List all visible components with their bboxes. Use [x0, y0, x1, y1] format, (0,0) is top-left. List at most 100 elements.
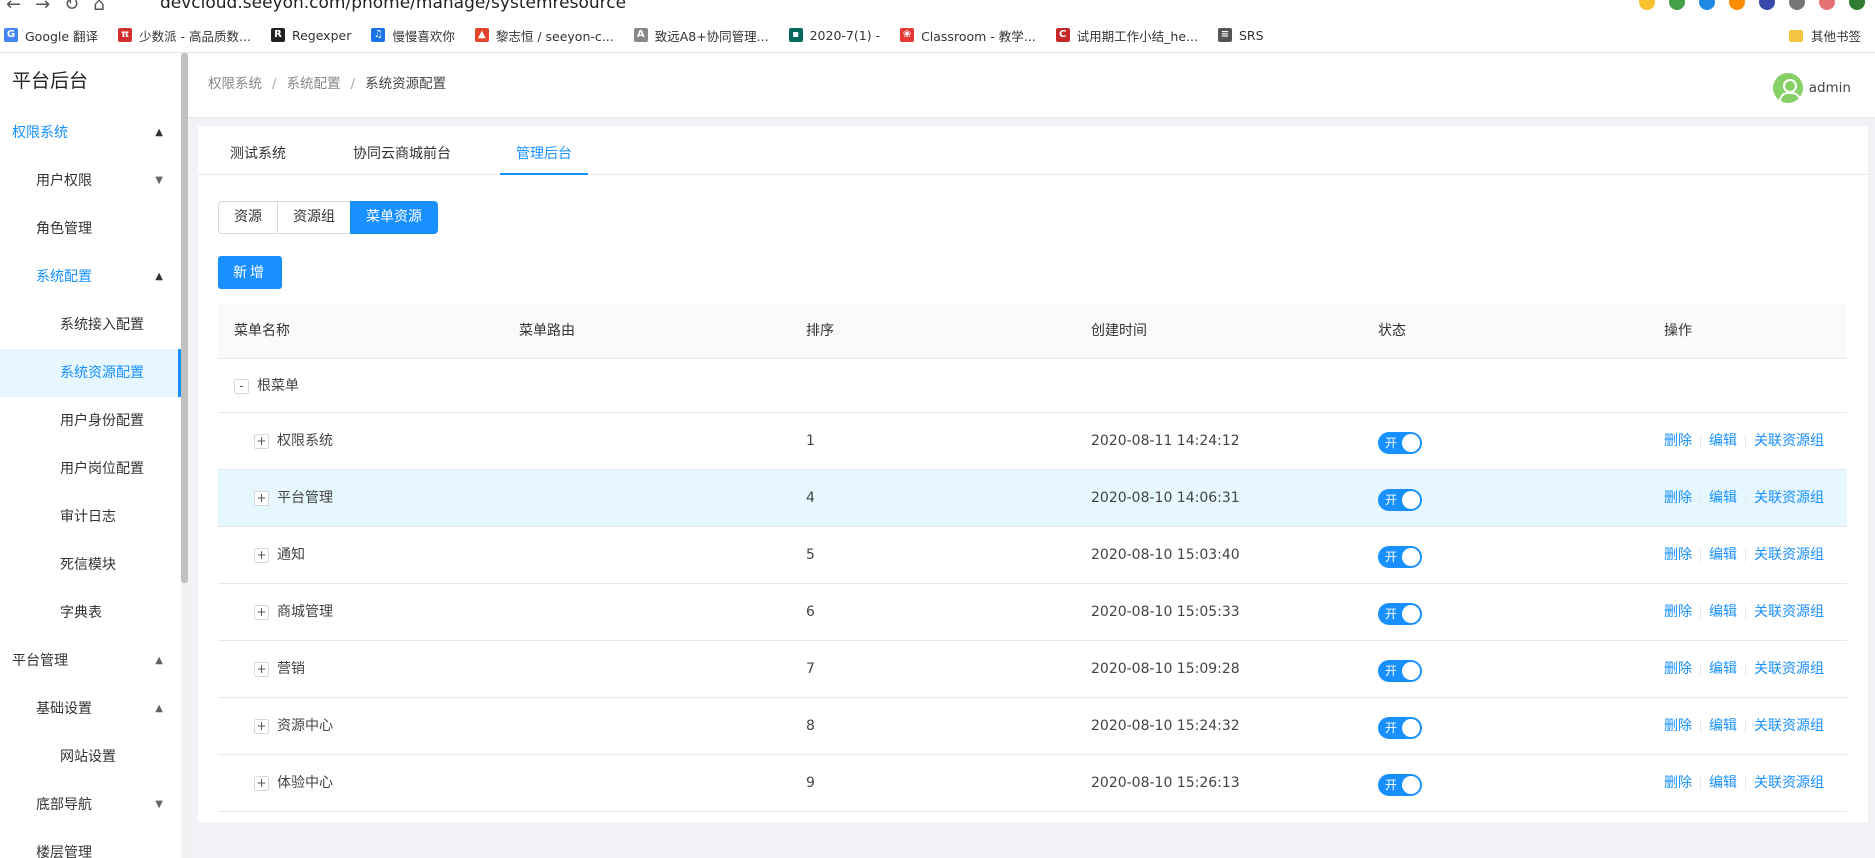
status-toggle[interactable]: 开 — [1378, 489, 1422, 511]
status-toggle[interactable]: 开 — [1378, 603, 1422, 625]
link-resource-group-link[interactable]: 关联资源组 — [1754, 547, 1824, 563]
menu-created-time: 2020-08-11 14:24:12 — [1091, 433, 1240, 449]
sidebar-item[interactable]: 用户权限 ▼ — [0, 157, 181, 205]
delete-link[interactable]: 删除 — [1664, 718, 1692, 734]
menu-name: 体验中心 — [277, 775, 333, 791]
delete-link[interactable]: 删除 — [1664, 547, 1692, 563]
edit-link[interactable]: 编辑 — [1709, 433, 1737, 449]
link-resource-group-link[interactable]: 关联资源组 — [1754, 604, 1824, 620]
expand-icon[interactable]: + — [254, 433, 269, 449]
delete-link[interactable]: 删除 — [1664, 433, 1692, 449]
sidebar-item-label: 权限系统 — [12, 125, 68, 141]
expand-icon[interactable]: + — [254, 661, 269, 677]
sidebar-item[interactable]: 角色管理 — [0, 205, 181, 253]
expand-icon[interactable]: + — [254, 718, 269, 734]
status-toggle[interactable]: 开 — [1378, 546, 1422, 568]
radio-resource-group[interactable]: 资源组 — [277, 201, 351, 234]
breadcrumb-item[interactable]: 系统配置 — [287, 76, 341, 92]
sidebar-item[interactable]: 系统资源配置 — [0, 349, 181, 397]
radio-menu-resource[interactable]: 菜单资源 — [350, 201, 438, 234]
row-actions: 删除 编辑 关联资源组 — [1664, 527, 1824, 584]
tab-mall-frontend[interactable]: 协同云商城前台 — [337, 126, 467, 175]
edit-link[interactable]: 编辑 — [1709, 604, 1737, 620]
edit-link[interactable]: 编辑 — [1709, 490, 1737, 506]
collapse-icon[interactable]: - — [234, 378, 249, 394]
extension-icon[interactable] — [1699, 0, 1715, 10]
expand-icon[interactable]: + — [254, 775, 269, 791]
sidebar-item[interactable]: 基础设置 ▲ — [0, 685, 181, 733]
bookmark-favicon-icon: ❀ — [900, 28, 915, 42]
edit-link[interactable]: 编辑 — [1709, 661, 1737, 677]
extension-icon[interactable] — [1759, 0, 1775, 10]
update-icon[interactable] — [1849, 0, 1865, 10]
status-toggle[interactable]: 开 — [1378, 660, 1422, 682]
expand-icon[interactable]: + — [254, 547, 269, 563]
radio-resource[interactable]: 资源 — [218, 201, 278, 234]
scrollbar-thumb[interactable] — [181, 53, 188, 583]
bookmark-item[interactable]: G Google 翻译 — [4, 26, 98, 45]
sidebar-item[interactable]: 权限系统 ▲ — [0, 109, 181, 157]
bookmark-item[interactable]: ♫ 慢慢喜欢你 — [371, 26, 455, 45]
sidebar-item[interactable]: 网站设置 — [0, 733, 181, 781]
sidebar-item[interactable]: 系统接入配置 — [0, 301, 181, 349]
breadcrumb-item[interactable]: 权限系统 — [208, 76, 262, 92]
link-resource-group-link[interactable]: 关联资源组 — [1754, 718, 1824, 734]
bookmark-item[interactable]: ▪ 2020-7(1) - — [788, 28, 880, 43]
content-card: 测试系统 协同云商城前台 管理后台 资源 资源组 菜单资源 新增 菜单名称 菜单… — [198, 126, 1868, 822]
edit-link[interactable]: 编辑 — [1709, 775, 1737, 791]
tab-test-system[interactable]: 测试系统 — [214, 126, 302, 175]
action-divider — [1745, 719, 1746, 733]
bookmark-item[interactable]: ❀ Classroom - 教学... — [900, 26, 1036, 45]
sidebar-item[interactable]: 死信模块 — [0, 541, 181, 589]
tab-admin-backend[interactable]: 管理后台 — [500, 126, 588, 175]
bookmark-item[interactable]: R Regexper — [270, 28, 351, 43]
expand-icon[interactable]: + — [254, 604, 269, 620]
user-menu[interactable]: admin — [1772, 73, 1851, 103]
delete-link[interactable]: 删除 — [1664, 775, 1692, 791]
link-resource-group-link[interactable]: 关联资源组 — [1754, 661, 1824, 677]
sidebar-item[interactable]: 用户岗位配置 — [0, 445, 181, 493]
sidebar-item[interactable]: 字典表 — [0, 589, 181, 637]
extension-icon[interactable] — [1669, 0, 1685, 10]
delete-link[interactable]: 删除 — [1664, 661, 1692, 677]
address-bar[interactable]: devcloud.seeyon.com/phome/manage/systemr… — [160, 0, 626, 13]
bookmark-item[interactable]: C 试用期工作小结_he... — [1055, 26, 1198, 45]
sidebar-item[interactable]: 审计日志 — [0, 493, 181, 541]
delete-link[interactable]: 删除 — [1664, 604, 1692, 620]
folder-icon — [1788, 29, 1803, 42]
bookmark-item[interactable]: ▲ 黎志恒 / seeyon-c... — [474, 26, 614, 45]
bookmark-item[interactable]: A 致远A8+协同管理... — [633, 26, 769, 45]
status-toggle[interactable]: 开 — [1378, 432, 1422, 454]
sidebar-scrollbar[interactable] — [181, 53, 188, 858]
extension-icon[interactable] — [1729, 0, 1745, 10]
sidebar-item[interactable]: 楼层管理 — [0, 829, 181, 858]
menu-name: 通知 — [277, 547, 305, 563]
sidebar-item[interactable]: 底部导航 ▼ — [0, 781, 181, 829]
other-bookmarks[interactable]: 其他书签 — [1788, 18, 1861, 53]
status-toggle[interactable]: 开 — [1378, 717, 1422, 739]
profile-icon[interactable] — [1819, 0, 1835, 10]
bookmark-item[interactable]: ≡ SRS — [1217, 28, 1264, 43]
star-icon[interactable] — [1639, 0, 1655, 10]
bookmark-item[interactable]: π 少数派 - 高品质数... — [118, 26, 251, 45]
edit-link[interactable]: 编辑 — [1709, 718, 1737, 734]
username[interactable]: admin — [1809, 80, 1851, 96]
user-avatar-icon[interactable] — [1772, 73, 1803, 103]
browser-nav-icons[interactable]: ←→↻⌂ — [6, 0, 119, 15]
puzzle-icon[interactable] — [1789, 0, 1805, 10]
sidebar-item[interactable]: 系统配置 ▲ — [0, 253, 181, 301]
link-resource-group-link[interactable]: 关联资源组 — [1754, 490, 1824, 506]
menu-name: 营销 — [277, 661, 305, 677]
edit-link[interactable]: 编辑 — [1709, 547, 1737, 563]
sidebar-item[interactable]: 平台管理 ▲ — [0, 637, 181, 685]
status-toggle[interactable]: 开 — [1378, 774, 1422, 796]
column-header-created: 创建时间 — [1091, 323, 1147, 339]
expand-icon[interactable]: + — [254, 490, 269, 506]
add-button[interactable]: 新增 — [218, 256, 282, 289]
delete-link[interactable]: 删除 — [1664, 490, 1692, 506]
link-resource-group-link[interactable]: 关联资源组 — [1754, 775, 1824, 791]
sidebar-item-label: 字典表 — [60, 605, 102, 621]
sidebar-item[interactable]: 用户身份配置 — [0, 397, 181, 445]
link-resource-group-link[interactable]: 关联资源组 — [1754, 433, 1824, 449]
toggle-knob — [1402, 662, 1420, 680]
